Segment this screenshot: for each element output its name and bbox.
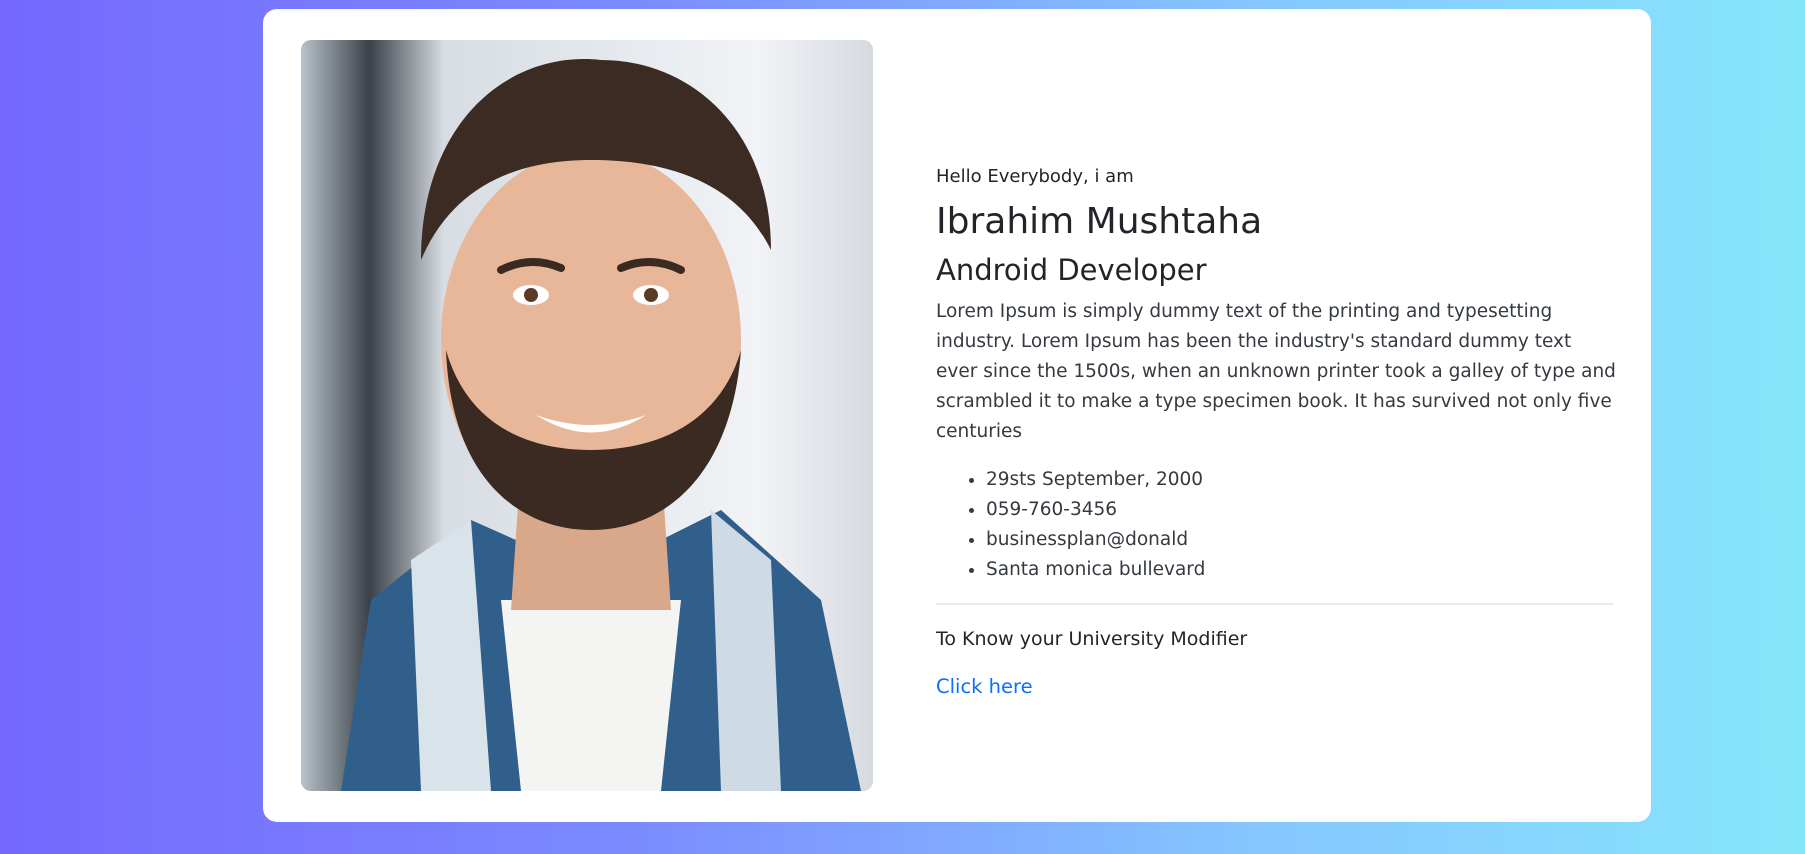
detail-phone: 059-760-3456 <box>986 495 1616 525</box>
click-here-link[interactable]: Click here <box>936 675 1033 699</box>
profile-name: Ibrahim Mushtaha <box>936 201 1263 242</box>
detail-email: businessplan@donald <box>986 525 1616 555</box>
profile-bio: Lorem Ipsum is simply dummy text of the … <box>936 301 1616 442</box>
greeting-text: Hello Everybody, i am <box>936 166 1134 187</box>
detail-birthdate: 29sts September, 2000 <box>986 465 1616 495</box>
profile-card: Hello Everybody, i am Ibrahim Mushtaha A… <box>263 9 1651 822</box>
detail-address: Santa monica bullevard <box>986 555 1616 585</box>
section-divider <box>936 603 1613 605</box>
cta-title: To Know your University Modifier <box>936 628 1248 650</box>
profile-info: Hello Everybody, i am Ibrahim Mushtaha A… <box>936 165 1616 699</box>
profile-photo <box>301 40 873 791</box>
profile-photo-image <box>301 40 873 791</box>
profile-role: Android Developer <box>936 253 1207 287</box>
profile-details-list: 29sts September, 2000 059-760-3456 busin… <box>936 465 1616 585</box>
